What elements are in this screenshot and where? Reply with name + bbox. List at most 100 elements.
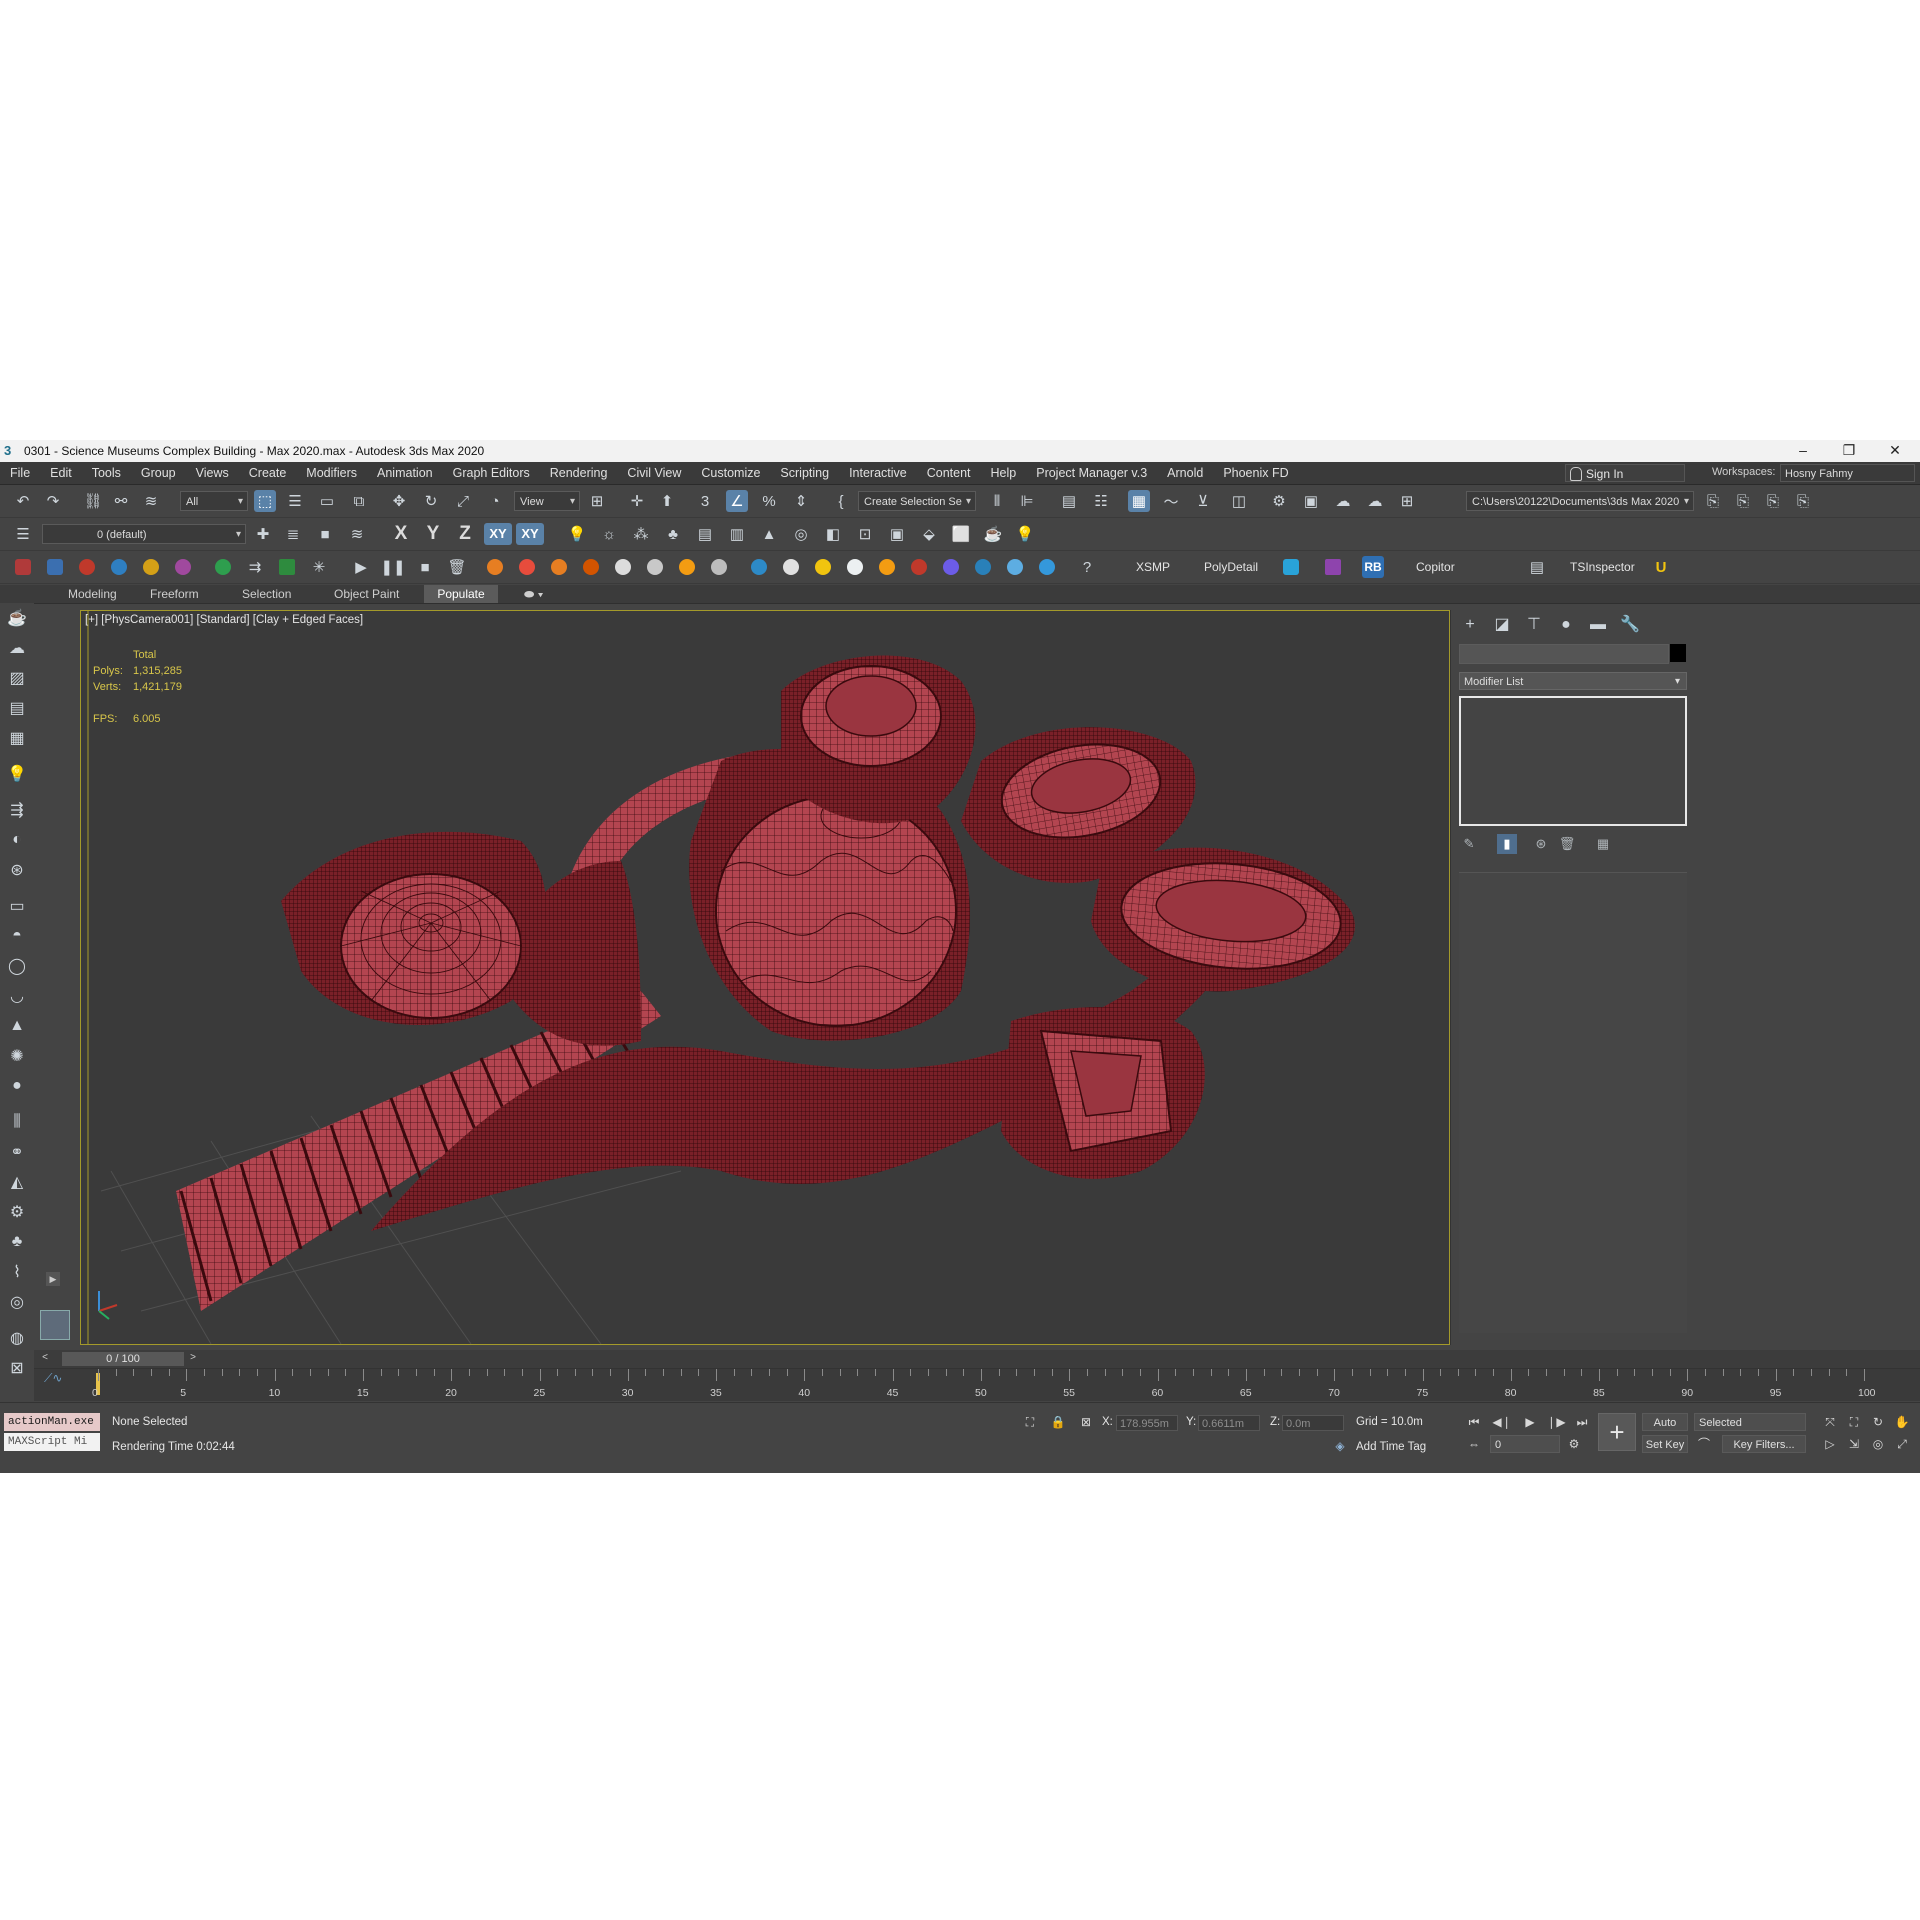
teapot-icon[interactable]: ☕ <box>982 523 1004 545</box>
sign-in-button[interactable]: Sign In <box>1565 464 1685 482</box>
align-icon[interactable]: ⊫ <box>1016 490 1038 512</box>
rect-selection-icon[interactable]: ▭ <box>316 490 338 512</box>
motion-tab-icon[interactable]: ● <box>1553 614 1579 636</box>
axis-y-button[interactable]: Y <box>420 523 446 545</box>
previous-frame-icon[interactable]: ◀❘ <box>1492 1413 1512 1431</box>
smoke-icon[interactable] <box>612 556 634 578</box>
notes-icon[interactable]: ▤ <box>6 697 28 719</box>
cone-icon[interactable]: ▲ <box>6 1015 28 1037</box>
tab-populate[interactable]: Populate <box>424 585 498 603</box>
add-layer-icon[interactable]: ✚ <box>252 523 274 545</box>
modifier-stack[interactable] <box>1459 696 1687 826</box>
mirror-icon[interactable]: ⫴ <box>986 490 1008 512</box>
rope-icon[interactable]: ◎ <box>6 1291 28 1313</box>
menu-item-civil-view[interactable]: Civil View <box>617 462 691 484</box>
menu-item-views[interactable]: Views <box>186 462 239 484</box>
pan-view-icon[interactable]: ✋ <box>1892 1413 1912 1431</box>
particles-icon[interactable]: ⁂ <box>630 523 652 545</box>
create-tab-icon[interactable]: + <box>1457 614 1483 636</box>
set-project-icon[interactable]: ⎘ <box>1762 490 1784 512</box>
window-crossing-icon[interactable]: ⧉ <box>348 490 370 512</box>
teapot-create-icon[interactable]: ☕ <box>6 607 28 629</box>
material-editor-icon[interactable]: ◫ <box>1228 490 1250 512</box>
time-slider[interactable]: 0 / 100 <box>62 1352 184 1366</box>
frame-icon[interactable]: ⊡ <box>854 523 876 545</box>
bowl-icon[interactable] <box>844 556 866 578</box>
fire3-icon[interactable] <box>548 556 570 578</box>
purple-sphere-icon[interactable] <box>940 556 962 578</box>
menu-item-project-manager-v-3[interactable]: Project Manager v.3 <box>1026 462 1157 484</box>
ribbon-options-icon[interactable]: ⬬ ▾ <box>512 585 555 603</box>
display-tab-icon[interactable]: ▬ <box>1585 614 1611 636</box>
menu-item-tools[interactable]: Tools <box>82 462 131 484</box>
menu-item-file[interactable]: File <box>0 462 40 484</box>
orbit-view-icon[interactable]: ↻ <box>1868 1413 1888 1431</box>
axis-z-button[interactable]: Z <box>452 523 478 545</box>
default-tangent-icon[interactable]: ⌒ <box>1694 1435 1714 1453</box>
camera-rig-icon[interactable]: ⊛ <box>6 859 28 881</box>
axis-xy-cycle-button[interactable]: XY <box>516 523 544 545</box>
copitor-button[interactable]: Copitor <box>1416 560 1455 574</box>
lock-icon[interactable]: 🔒 <box>1048 1413 1068 1431</box>
remove-modifier-icon[interactable]: 🗑 <box>1557 834 1577 854</box>
grass-icon[interactable]: ♣ <box>6 1231 28 1253</box>
undo-icon[interactable]: ↶ <box>12 490 34 512</box>
bones-icon[interactable]: ⚭ <box>6 1141 28 1163</box>
globe-arrows-icon[interactable] <box>212 556 234 578</box>
viewport[interactable]: [+] [PhysCamera001] [Standard] [Clay + E… <box>80 610 1450 1345</box>
menu-item-customize[interactable]: Customize <box>691 462 770 484</box>
edit-named-selection-icon[interactable]: { <box>830 490 852 512</box>
object-icon[interactable] <box>12 556 34 578</box>
show-end-result-icon[interactable]: ▮ <box>1497 834 1517 854</box>
plane-icon[interactable]: ◭ <box>6 1171 28 1193</box>
ocean-icon[interactable] <box>1004 556 1026 578</box>
menu-item-scripting[interactable]: Scripting <box>770 462 839 484</box>
x-coordinate-field[interactable]: 178.955m <box>1116 1415 1178 1431</box>
modifier-list-dropdown[interactable]: Modifier List <box>1459 672 1687 691</box>
menu-item-phoenix-fd[interactable]: Phoenix FD <box>1213 462 1298 484</box>
go-to-start-icon[interactable]: ⏮ <box>1464 1413 1484 1431</box>
tab-object-paint[interactable]: Object Paint <box>322 585 411 603</box>
menu-item-modifiers[interactable]: Modifiers <box>296 462 367 484</box>
tab-modeling[interactable]: Modeling <box>56 585 129 603</box>
ribbon-toggle-icon[interactable]: ▦ <box>1128 490 1150 512</box>
rendered-frame-icon[interactable]: ▣ <box>1300 490 1322 512</box>
trash-icon[interactable]: 🗑 <box>446 556 468 578</box>
z-coordinate-field[interactable]: 0.0m <box>1282 1415 1344 1431</box>
y-coordinate-field[interactable]: 0.6611m <box>1198 1415 1260 1431</box>
layer-explorer-icon[interactable]: ☷ <box>1090 490 1112 512</box>
fire-sphere-icon[interactable] <box>76 556 98 578</box>
move-icon[interactable]: ✥ <box>388 490 410 512</box>
go-to-end-icon[interactable]: ⏭ <box>1572 1413 1592 1431</box>
sun-left-icon[interactable]: ✺ <box>6 1045 28 1067</box>
prev-frame-arrow-icon[interactable]: < <box>38 1352 52 1366</box>
restore-button[interactable]: ❐ <box>1834 442 1864 460</box>
time-tag-icon[interactable]: ◈ <box>1330 1437 1350 1455</box>
unlink-icon[interactable]: ⚯ <box>110 490 132 512</box>
viewport-layout-icon[interactable] <box>40 1310 70 1340</box>
select-in-layer-icon[interactable]: ≋ <box>346 523 368 545</box>
axis-x-button[interactable]: X <box>388 523 414 545</box>
render-setup-icon[interactable]: ⚙ <box>1268 490 1290 512</box>
add-to-layer-icon[interactable]: ■ <box>314 523 336 545</box>
place-icon[interactable]: ◔ <box>484 490 506 512</box>
curve-editor-icon[interactable]: 〜 <box>1160 490 1182 512</box>
time-config-icon[interactable]: ⚙ <box>1564 1435 1584 1453</box>
key-filters-button[interactable]: Key Filters... <box>1722 1435 1806 1453</box>
grid-green-icon[interactable] <box>276 556 298 578</box>
cloud-icon[interactable]: ☁ <box>6 637 28 659</box>
cube-plugin-icon[interactable] <box>1280 556 1302 578</box>
bulb-icon[interactable]: 💡 <box>1014 523 1036 545</box>
object-color-swatch[interactable] <box>1670 644 1686 662</box>
menu-item-arnold[interactable]: Arnold <box>1157 462 1213 484</box>
bowl-left-icon[interactable]: ◡ <box>6 985 28 1007</box>
select-manipulate-icon[interactable]: ✛ <box>626 490 648 512</box>
orbit-sub-icon[interactable]: ◎ <box>1868 1435 1888 1453</box>
configure-sets-icon[interactable]: ▦ <box>1593 834 1613 854</box>
arrows-icon[interactable]: ⇉ <box>244 556 266 578</box>
list-icon[interactable]: ▤ <box>694 523 716 545</box>
portrait-icon[interactable]: ◐ <box>6 829 28 851</box>
image-icon[interactable]: ▨ <box>6 667 28 689</box>
layers-icon[interactable]: ≣ <box>282 523 304 545</box>
pin-stack-icon[interactable]: ✎ <box>1459 834 1479 854</box>
